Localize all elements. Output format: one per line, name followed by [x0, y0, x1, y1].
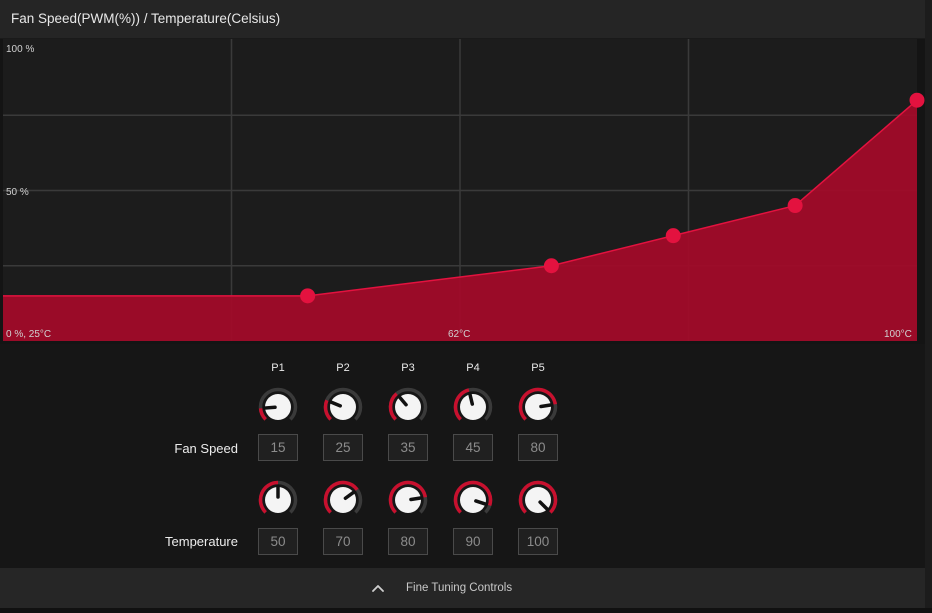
- temperature-input-p1[interactable]: 50: [258, 528, 298, 555]
- column-label-p2: P2: [336, 362, 350, 374]
- curve-point-p2[interactable]: [543, 258, 559, 274]
- knob-dial: [460, 487, 486, 513]
- knob-pointer: [409, 496, 424, 502]
- y-axis-mid-label: 50 %: [6, 187, 29, 198]
- fan-speed-input-p2[interactable]: 25: [323, 434, 363, 461]
- page-title: Fan Speed(PWM(%)) / Temperature(Celsius): [11, 11, 281, 26]
- y-axis-max-label: 100 %: [6, 44, 35, 55]
- fan-curve-chart[interactable]: 100 % 50 % 0 %, 25°C 62°C 100°C: [0, 39, 925, 344]
- chevron-up-icon[interactable]: [370, 580, 386, 596]
- fan-speed-input-p5[interactable]: 80: [518, 434, 558, 461]
- fine-tuning-label: Fine Tuning Controls: [406, 582, 513, 594]
- knob-pointer: [539, 403, 554, 409]
- temperature-input-p3[interactable]: 80: [388, 528, 428, 555]
- temperature-input-p2[interactable]: 70: [323, 528, 363, 555]
- knob-level: [258, 408, 267, 421]
- fan-speed-row-label: Fan Speed: [174, 441, 238, 456]
- origin-label: 0 %, 25°C: [6, 329, 52, 340]
- knob-dial: [460, 394, 486, 420]
- knob-pointer: [468, 392, 475, 406]
- fan-speed-knob-p2[interactable]: [323, 387, 363, 427]
- knob-pointer: [262, 405, 277, 410]
- temperature-input-p4[interactable]: 90: [453, 528, 493, 555]
- temperature-row-label: Temperature: [165, 534, 238, 549]
- bottom-edge: [0, 608, 932, 613]
- x-axis-mid-label: 62°C: [448, 329, 471, 340]
- fan-speed-input-p1[interactable]: 15: [258, 434, 298, 461]
- knob-dial: [330, 487, 356, 513]
- column-label-p5: P5: [531, 362, 545, 374]
- curve-point-p5[interactable]: [909, 92, 925, 108]
- fan-speed-knob-p5[interactable]: [518, 387, 558, 427]
- temperature-knob-p1[interactable]: [258, 480, 298, 520]
- temperature-knob-p3[interactable]: [388, 480, 428, 520]
- curve-point-p3[interactable]: [665, 228, 681, 244]
- temperature-knob-p2[interactable]: [323, 480, 363, 520]
- temperature-input-p5[interactable]: 100: [518, 528, 558, 555]
- title-bar: Fan Speed(PWM(%)) / Temperature(Celsius): [0, 0, 925, 39]
- chart-svg[interactable]: [0, 39, 925, 344]
- temperature-knob-p5[interactable]: [518, 480, 558, 520]
- control-panel: P1 P2 P3 P4 P5 Fan Speed Temperature 15 …: [0, 344, 925, 568]
- fan-speed-input-p3[interactable]: 35: [388, 434, 428, 461]
- temperature-knob-p4[interactable]: [453, 480, 493, 520]
- fine-tuning-toggle[interactable]: Fine Tuning Controls: [0, 568, 925, 608]
- curve-point-p4[interactable]: [787, 198, 803, 214]
- x-axis-max-label: 100°C: [884, 329, 912, 340]
- column-label-p1: P1: [271, 362, 285, 374]
- knob-dial: [330, 394, 356, 420]
- scrollbar-track[interactable]: [925, 0, 932, 613]
- fan-speed-input-p4[interactable]: 45: [453, 434, 493, 461]
- column-label-p4: P4: [466, 362, 480, 374]
- fan-speed-knob-p1[interactable]: [258, 387, 298, 427]
- column-label-p3: P3: [401, 362, 415, 374]
- fan-speed-knob-p3[interactable]: [388, 387, 428, 427]
- fan-speed-knob-p4[interactable]: [453, 387, 493, 427]
- curve-point-p1[interactable]: [300, 288, 316, 304]
